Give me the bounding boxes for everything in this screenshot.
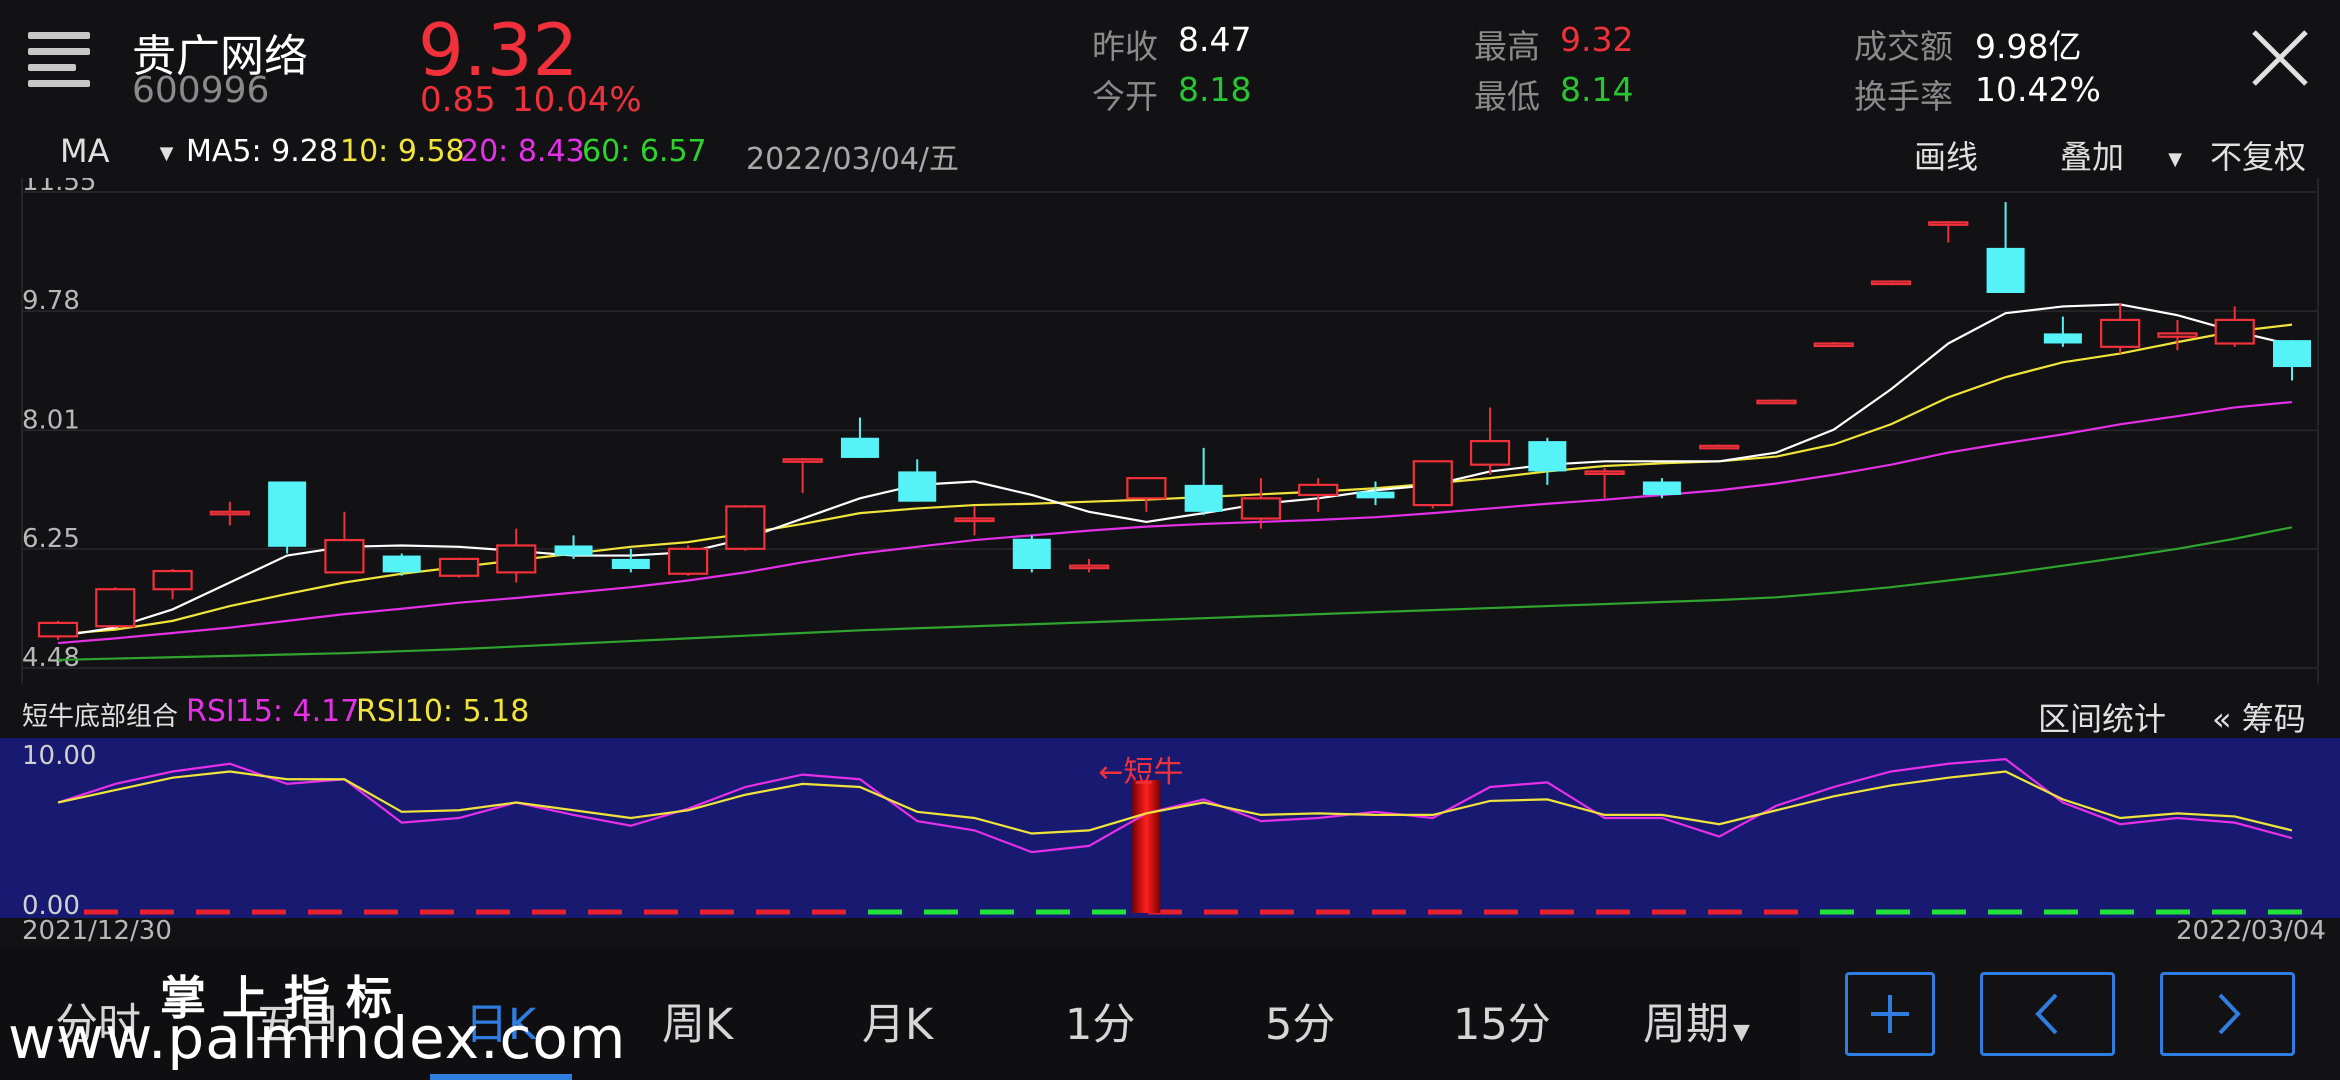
price-change-pct: 10.04% bbox=[512, 80, 642, 120]
candle bbox=[95, 587, 136, 628]
close-icon[interactable] bbox=[2250, 28, 2310, 88]
candle bbox=[37, 620, 79, 640]
chevron-down-icon: ▼ bbox=[2168, 148, 2183, 170]
turnover-rate-label: 换手率 bbox=[1854, 77, 1953, 116]
prev-close-label: 昨收 bbox=[1092, 27, 1158, 66]
range-stats-button[interactable]: 区间统计 bbox=[2038, 694, 2166, 740]
candle bbox=[668, 545, 709, 576]
draw-line-button[interactable]: 画线 bbox=[1914, 132, 1978, 178]
chips-button[interactable]: « 筹码 bbox=[2212, 694, 2306, 740]
y-tick-label: 11.55 bbox=[22, 178, 96, 197]
menu-icon[interactable] bbox=[28, 32, 90, 96]
tab-4[interactable]: 月K bbox=[862, 990, 933, 1052]
rsi10-value: RSI10: 5.18 bbox=[356, 694, 530, 729]
open-label: 今开 bbox=[1092, 77, 1158, 116]
indicator-select[interactable]: MA ▼ bbox=[60, 132, 174, 170]
prev-close-value: 8.47 bbox=[1178, 20, 1252, 59]
rsi-chart[interactable]: 10.00 0.00 ←短牛 bbox=[0, 738, 2340, 918]
chevron-right-icon bbox=[2218, 993, 2241, 1035]
ma10-value: 10: 9.58 bbox=[340, 134, 465, 169]
ma20-value: 20: 8.43 bbox=[460, 134, 585, 169]
low-label: 最低 bbox=[1474, 77, 1540, 116]
chevron-down-icon: ▼ bbox=[159, 142, 174, 164]
stock-code: 600996 bbox=[132, 70, 270, 111]
high-label: 最高 bbox=[1474, 27, 1540, 66]
next-button[interactable] bbox=[2160, 972, 2295, 1056]
overlay-label: 叠加 bbox=[2060, 138, 2125, 176]
caret-down-icon: ▼ bbox=[1733, 1020, 1750, 1045]
low-value: 8.14 bbox=[1560, 70, 1634, 109]
turnover-rate-value: 10.42% bbox=[1975, 70, 2101, 109]
candle bbox=[268, 481, 307, 554]
buy-signal-bar bbox=[1132, 780, 1161, 913]
ma5-value: MA5: 9.28 bbox=[186, 134, 338, 169]
y-tick-label: 10.00 bbox=[22, 741, 96, 771]
open-value: 8.18 bbox=[1178, 70, 1252, 109]
prev-button[interactable] bbox=[1980, 972, 2115, 1056]
indicator-label: MA bbox=[60, 132, 110, 170]
watermark-url: www.palmindex.com bbox=[8, 1004, 627, 1072]
chevron-left-icon bbox=[2034, 993, 2057, 1035]
ma60-value: 60: 6.57 bbox=[582, 134, 707, 169]
tab-3[interactable]: 周K bbox=[662, 990, 733, 1052]
tab-7[interactable]: 15分 bbox=[1453, 990, 1551, 1052]
rsi15-value: RSI15: 4.17 bbox=[186, 694, 360, 729]
tab-6[interactable]: 5分 bbox=[1265, 990, 1335, 1052]
overlay-select[interactable]: 叠加 ▼ bbox=[2060, 132, 2182, 178]
kline-chart[interactable]: 11.55 9.78 8.01 6.25 4.48 bbox=[0, 178, 2340, 684]
price-change: 0.85 bbox=[420, 80, 496, 120]
candle bbox=[1012, 535, 1051, 573]
turnover-amount-label: 成交额 bbox=[1854, 27, 1953, 66]
sub-indicator-name[interactable]: 短牛底部组合 bbox=[22, 696, 178, 733]
high-value: 9.32 bbox=[1560, 20, 1634, 59]
y-tick-label: 6.25 bbox=[22, 524, 80, 554]
candle bbox=[1412, 460, 1453, 509]
cursor-date: 2022/03/04/五 bbox=[746, 142, 960, 177]
y-tick-label: 0.00 bbox=[22, 891, 80, 918]
candle bbox=[1870, 280, 1912, 286]
candle bbox=[1756, 399, 1797, 405]
y-tick-label: 8.01 bbox=[22, 405, 80, 435]
candle bbox=[1813, 342, 1854, 348]
turnover-amount-value: 9.98亿 bbox=[1975, 27, 2082, 66]
tab-5[interactable]: 1分 bbox=[1065, 990, 1135, 1052]
y-tick-label: 4.48 bbox=[22, 643, 80, 673]
candle bbox=[1699, 444, 1740, 450]
tab-8[interactable]: 周期 ▼ bbox=[1643, 990, 1750, 1052]
end-date: 2022/03/04 bbox=[2176, 916, 2326, 946]
candle bbox=[438, 557, 480, 578]
active-tab-indicator bbox=[430, 1074, 572, 1080]
plus-icon bbox=[1871, 995, 1909, 1033]
tab-label: 周期 bbox=[1643, 1000, 1729, 1050]
y-tick-label: 9.78 bbox=[22, 286, 80, 316]
candle bbox=[725, 505, 766, 551]
start-date: 2021/12/30 bbox=[22, 916, 172, 946]
adjust-button[interactable]: 不复权 bbox=[2210, 132, 2306, 178]
signal-annotation: ←短牛 bbox=[1098, 755, 1183, 790]
add-button[interactable] bbox=[1845, 972, 1935, 1056]
